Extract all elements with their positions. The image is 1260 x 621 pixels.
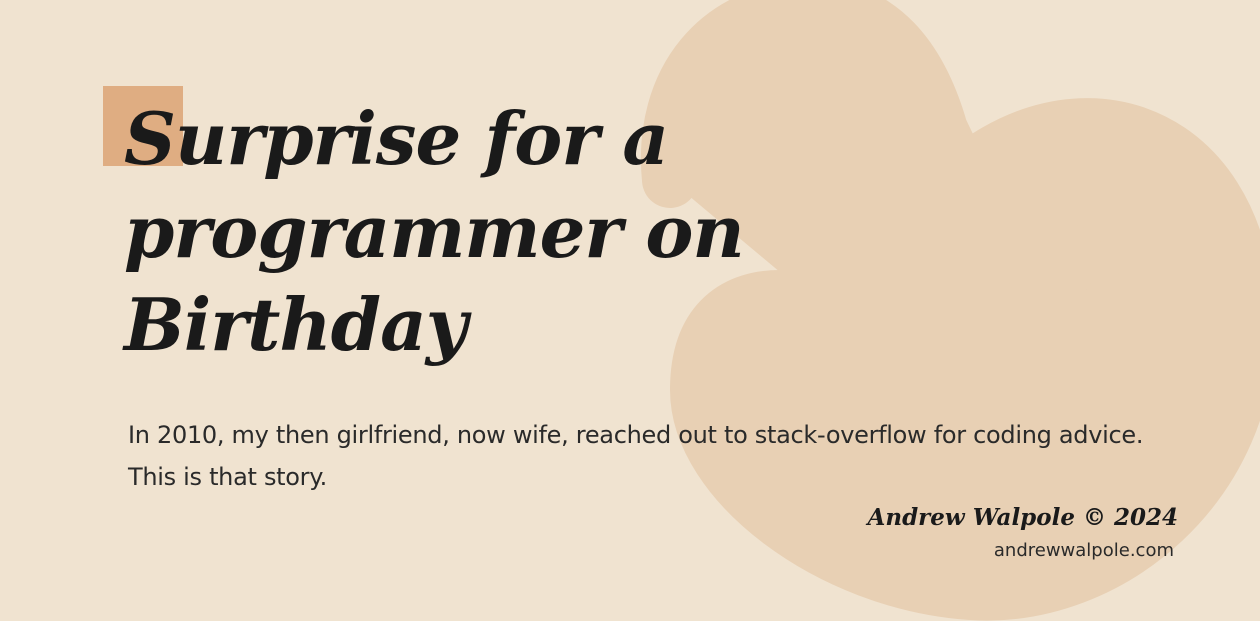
- title-line: programmer on: [124, 189, 745, 274]
- title-card: Surprise for a programmer on Birthday In…: [0, 0, 1260, 621]
- page-title: Surprise for a programmer on Birthday: [124, 92, 824, 371]
- author-credit: Andrew Walpole © 2024: [867, 504, 1179, 531]
- website-url: andrewwalpole.com: [993, 540, 1174, 561]
- title-line: Birthday: [124, 282, 468, 367]
- title-line: Surprise for a: [124, 96, 669, 181]
- subtitle: In 2010, my then girlfriend, now wife, r…: [128, 421, 1144, 491]
